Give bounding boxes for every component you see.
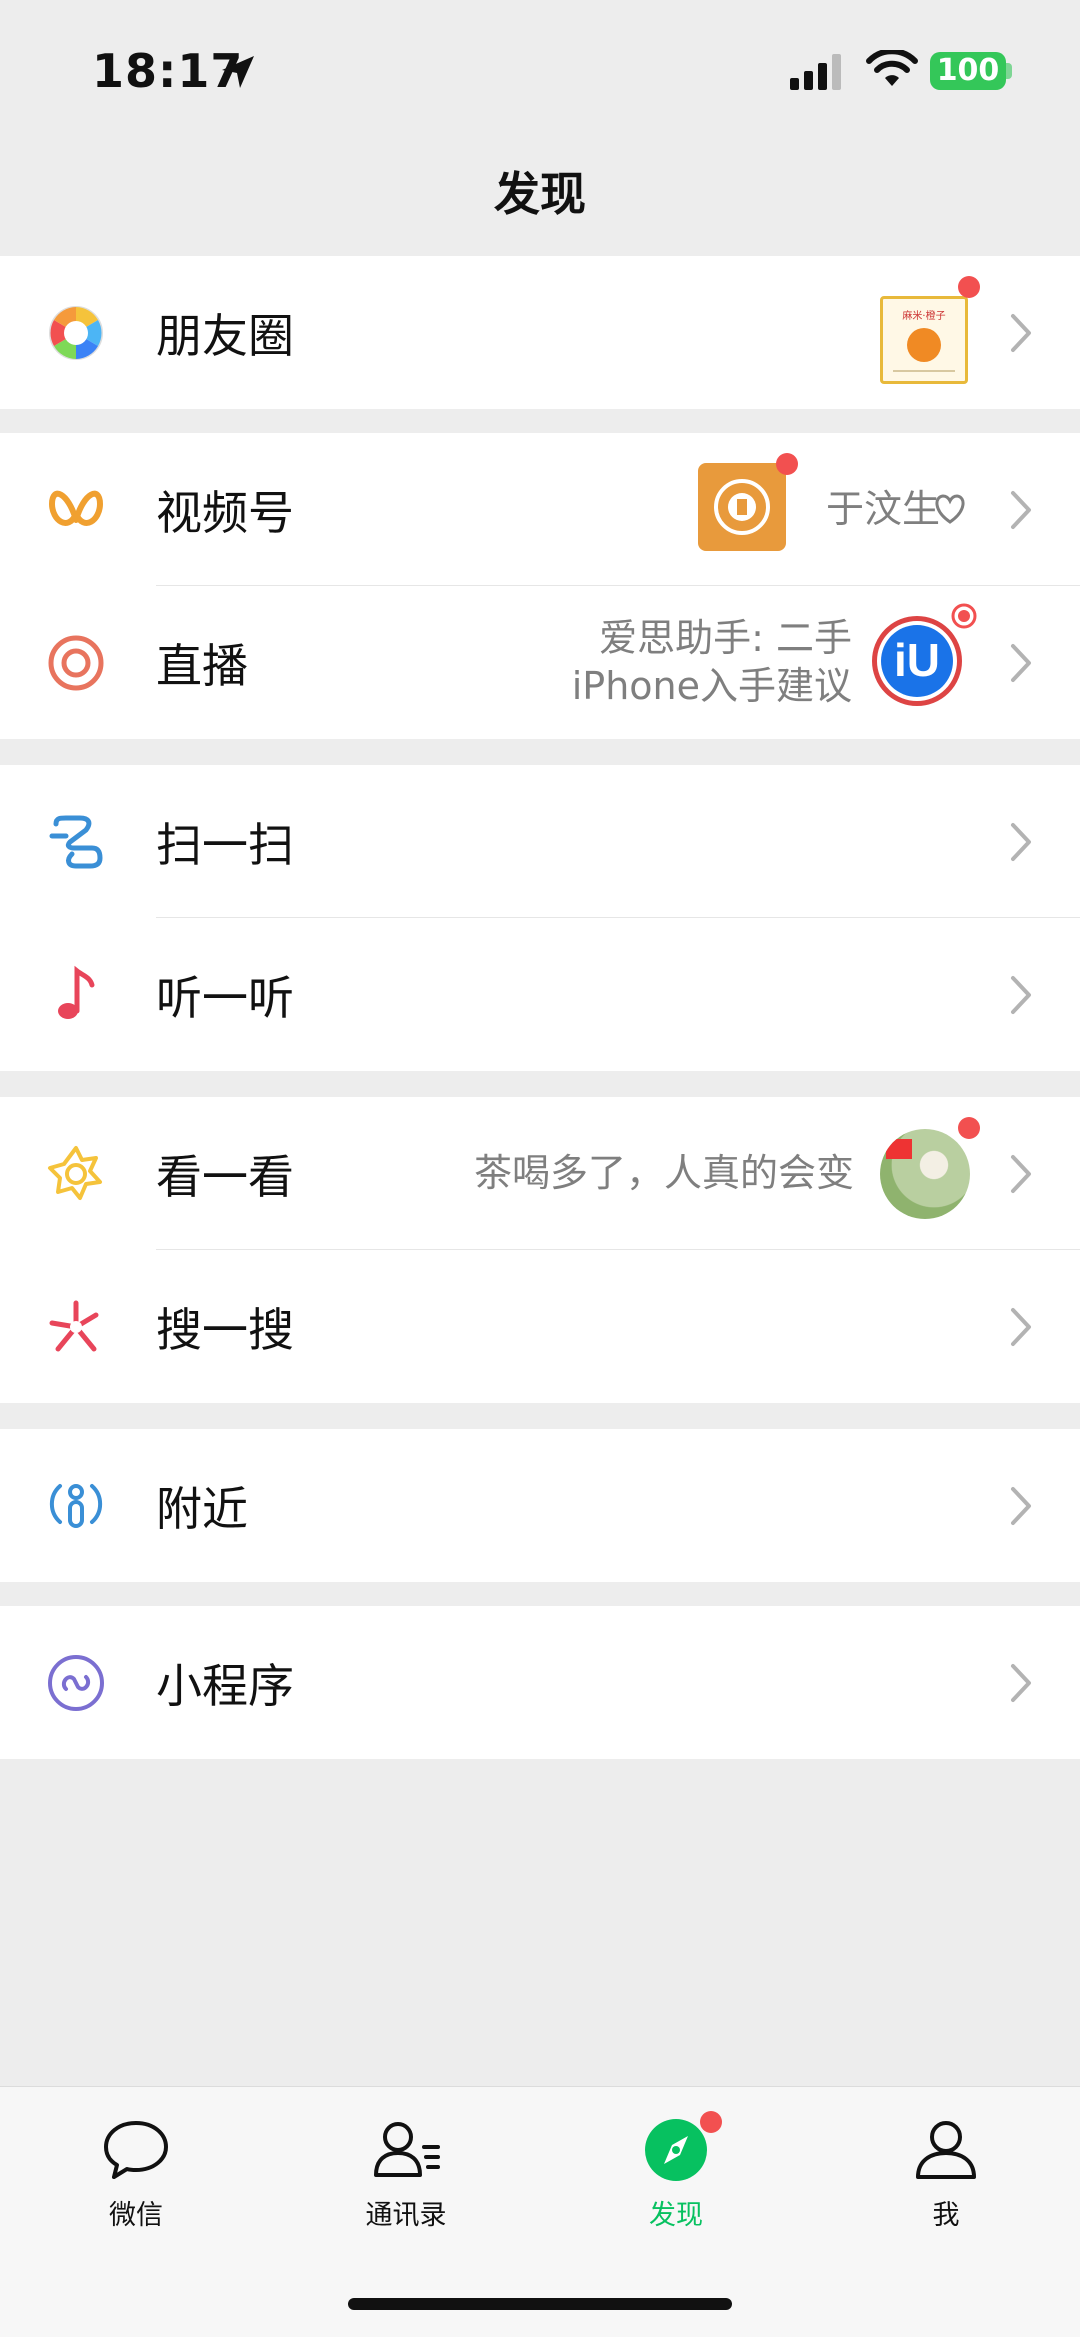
location-arrow-icon <box>222 56 254 88</box>
group-channels-live: 视频号 于汶生 直播 爱思助手: 二手 iPhone入手建议 iU <box>0 433 1080 739</box>
live-side-line1: 爱思助手: 二手 <box>599 616 852 660</box>
page-title: 发现 <box>494 167 586 221</box>
top-stories-unread-dot <box>958 1117 980 1139</box>
chevron-right-icon <box>1011 1307 1031 1346</box>
mini-program-icon <box>48 1654 104 1711</box>
channels-thumbnail <box>698 463 786 551</box>
chevron-right-icon <box>1011 1154 1031 1193</box>
row-channels[interactable]: 视频号 于汶生 <box>0 433 1080 586</box>
home-indicator[interactable] <box>348 2298 732 2310</box>
tab-discover[interactable]: 发现 <box>606 2111 746 2232</box>
top-stories-thumbnail <box>880 1129 970 1219</box>
search-label: 搜一搜 <box>156 1302 294 1357</box>
channels-butterfly-icon <box>49 490 103 526</box>
row-listen[interactable]: 听一听 <box>0 918 1080 1071</box>
group-scan-listen: 扫一扫 听一听 <box>0 765 1080 1071</box>
live-side-line2: iPhone入手建议 <box>571 664 852 708</box>
row-mini-programs[interactable]: 小程序 <box>0 1606 1080 1759</box>
listen-label: 听一听 <box>156 970 294 1025</box>
row-live[interactable]: 直播 爱思助手: 二手 iPhone入手建议 iU <box>0 586 1080 739</box>
cellular-signal-icon <box>790 54 841 90</box>
moments-thumb-title: 麻米·橙子 <box>902 311 946 322</box>
wifi-icon <box>866 50 918 86</box>
heart-icon <box>935 494 965 524</box>
live-thumb-logo: iU <box>881 625 953 697</box>
row-search[interactable]: 搜一搜 <box>0 1250 1080 1403</box>
top-stories-star-icon <box>48 1145 102 1200</box>
chevron-right-icon <box>1011 1663 1031 1702</box>
moments-label: 朋友圈 <box>156 308 294 363</box>
chevron-right-icon <box>1011 1486 1031 1525</box>
live-thumbnail: iU <box>872 616 962 706</box>
nearby-label: 附近 <box>156 1481 248 1536</box>
row-moments[interactable]: 朋友圈 麻米·橙子 <box>0 256 1080 409</box>
music-note-icon <box>58 965 95 1019</box>
row-nearby[interactable]: 附近 <box>0 1429 1080 1582</box>
row-top-stories[interactable]: 看一看 茶喝多了，人真的会变 <box>0 1097 1080 1250</box>
tab-chats[interactable]: 微信 <box>66 2117 206 2232</box>
channels-side-text: 于汶生 <box>825 487 940 531</box>
tab-contacts-label: 通讯录 <box>365 2200 447 2231</box>
tab-contacts[interactable]: 通讯录 <box>336 2117 476 2232</box>
group-nearby: 附近 <box>0 1429 1080 1582</box>
thumb-text-line <box>893 370 955 372</box>
discover-unread-dot <box>700 2111 722 2133</box>
channels-thumb-logo-icon <box>714 479 770 535</box>
tab-me-label: 我 <box>932 2200 960 2231</box>
chevron-right-icon <box>1011 643 1031 682</box>
live-recording-icon <box>951 603 977 629</box>
search-sparkle-icon <box>49 1300 99 1351</box>
top-stories-label: 看一看 <box>156 1149 294 1204</box>
moments-thumbnail: 麻米·橙子 <box>880 296 968 384</box>
chevron-right-icon <box>1011 313 1031 352</box>
scan-icon <box>49 815 103 868</box>
group-top-search: 看一看 茶喝多了，人真的会变 搜一搜 <box>0 1097 1080 1403</box>
flag-image <box>886 1139 912 1159</box>
live-label: 直播 <box>156 638 248 693</box>
battery-indicator: 100 <box>930 52 1006 90</box>
group-moments: 朋友圈 麻米·橙子 <box>0 256 1080 409</box>
tab-me[interactable]: 我 <box>876 2117 1016 2232</box>
channels-unread-dot <box>776 453 798 475</box>
nearby-person-icon <box>49 1483 103 1528</box>
moments-aperture-icon <box>49 305 103 360</box>
chevron-right-icon <box>1011 822 1031 861</box>
moments-unread-dot <box>958 276 980 298</box>
orange-image <box>907 328 941 362</box>
scan-label: 扫一扫 <box>156 817 294 872</box>
person-icon <box>916 2121 976 2179</box>
tab-discover-label: 发现 <box>649 2200 703 2231</box>
row-scan[interactable]: 扫一扫 <box>0 765 1080 918</box>
top-stories-side-text: 茶喝多了，人真的会变 <box>473 1151 854 1195</box>
live-broadcast-icon <box>48 635 104 690</box>
chevron-right-icon <box>1011 975 1031 1014</box>
group-mini-programs: 小程序 <box>0 1606 1080 1759</box>
tab-chats-label: 微信 <box>109 2200 163 2231</box>
channels-label: 视频号 <box>156 485 294 540</box>
battery-tip <box>1006 63 1012 79</box>
chat-bubble-icon <box>104 2121 168 2179</box>
mini-programs-label: 小程序 <box>156 1658 294 1713</box>
contacts-icon <box>374 2122 440 2177</box>
status-bar: 18:17 100 <box>0 0 1080 130</box>
live-side-text: 爱思助手: 二手 iPhone入手建议 <box>572 614 852 710</box>
chevron-right-icon <box>1011 490 1031 529</box>
